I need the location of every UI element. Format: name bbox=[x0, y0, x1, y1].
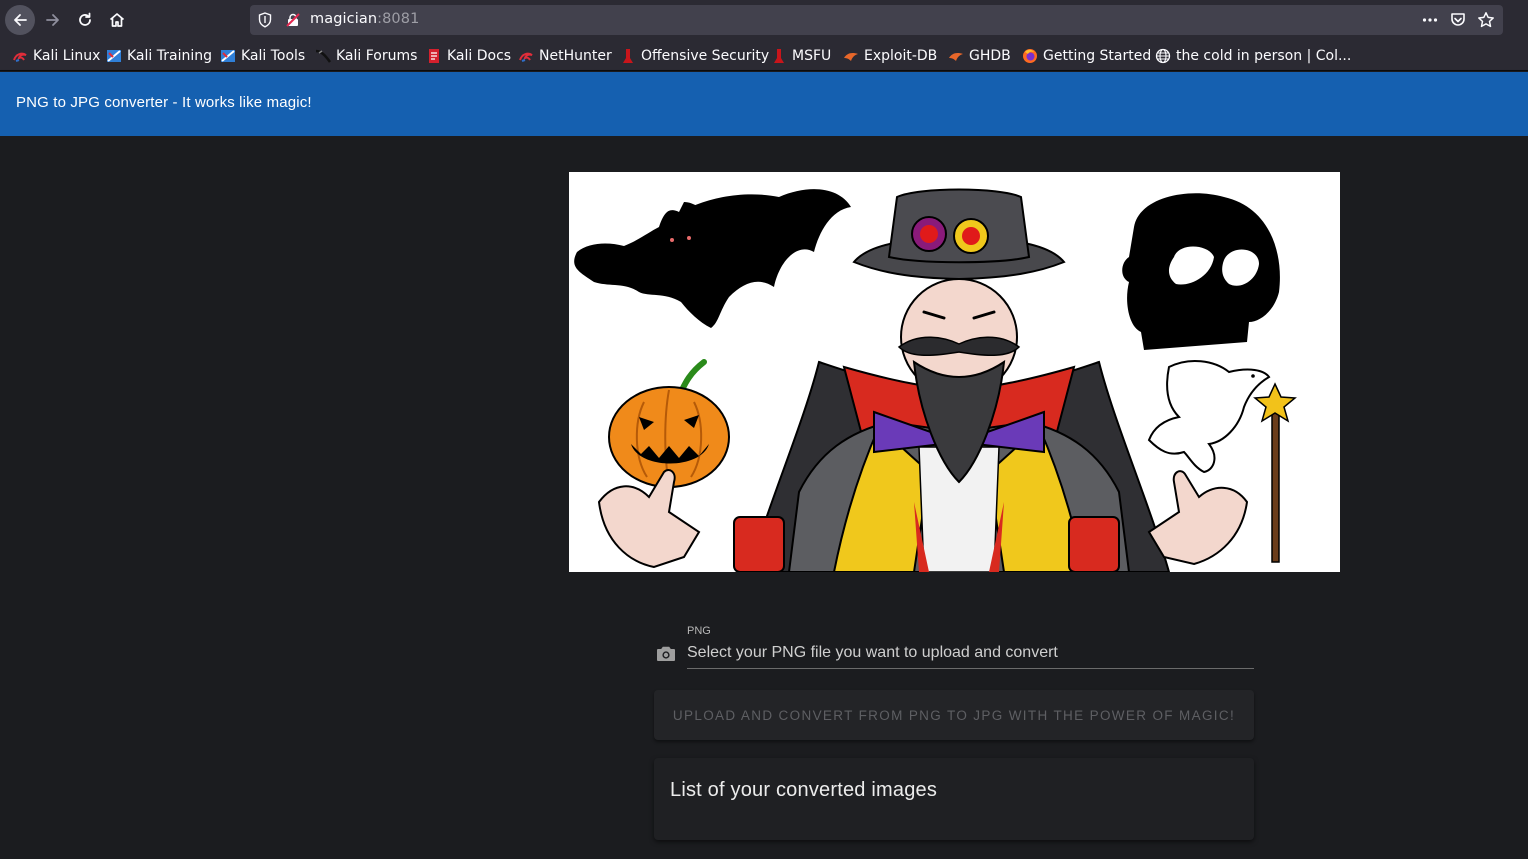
bookmark-offensive-security[interactable]: Offensive Security bbox=[620, 46, 769, 66]
url-host: magician bbox=[310, 11, 378, 27]
reload-icon bbox=[79, 12, 91, 26]
home-icon bbox=[109, 13, 125, 27]
msfu-icon bbox=[774, 49, 784, 63]
bookmark-label: GHDB bbox=[969, 48, 1011, 64]
bookmark-getting-started[interactable]: Getting Started bbox=[1022, 46, 1151, 66]
arrow-left-icon bbox=[14, 14, 27, 26]
insecure-lock-icon[interactable] bbox=[286, 13, 300, 27]
arrow-right-icon bbox=[46, 14, 59, 26]
png-file-input[interactable]: Select your PNG file you want to upload … bbox=[687, 642, 1254, 669]
more-actions-icon[interactable] bbox=[1421, 11, 1439, 29]
bookmark-kali-tools[interactable]: Kali Tools bbox=[220, 46, 305, 66]
bookmark-nethunter[interactable]: NetHunter bbox=[518, 46, 612, 66]
ghdb-icon bbox=[949, 53, 963, 61]
pumpkin-illustration bbox=[608, 359, 730, 488]
bookmark-label: Exploit-DB bbox=[864, 48, 938, 64]
back-button[interactable] bbox=[5, 5, 35, 35]
bookmark-label: Kali Tools bbox=[241, 48, 306, 64]
bookmark-ghdb[interactable]: GHDB bbox=[948, 46, 1011, 66]
bookmark-star-icon[interactable] bbox=[1477, 11, 1495, 29]
browser-toolbar: magician:8081 bbox=[0, 0, 1528, 40]
bookmark-label: Kali Linux bbox=[33, 48, 101, 64]
exploit-db-icon bbox=[844, 53, 858, 61]
png-field-label: PNG bbox=[687, 625, 711, 637]
url-actions bbox=[1421, 9, 1495, 31]
bookmark-exploit-db[interactable]: Exploit-DB bbox=[843, 46, 937, 66]
magician-artwork bbox=[574, 188, 1297, 572]
pocket-icon[interactable] bbox=[1449, 11, 1467, 29]
bookmark-label: Offensive Security bbox=[641, 48, 770, 64]
bookmarks-toolbar: Kali Linux Kali Training Kali Tools Kali… bbox=[0, 40, 1528, 71]
globe-icon bbox=[1155, 48, 1171, 64]
app-title: PNG to JPG converter - It works like mag… bbox=[16, 94, 312, 111]
home-button[interactable] bbox=[102, 5, 132, 35]
wand-illustration bbox=[1253, 382, 1297, 563]
bookmark-kali-training[interactable]: Kali Training bbox=[106, 46, 212, 66]
upload-convert-button[interactable]: Upload and convert from PNG to JPG with … bbox=[654, 690, 1254, 740]
kali-forums-icon bbox=[315, 49, 331, 63]
bat-illustration bbox=[574, 189, 851, 328]
address-bar[interactable]: magician:8081 bbox=[250, 5, 1503, 35]
bookmark-kali-linux[interactable]: Kali Linux bbox=[12, 46, 100, 66]
url-port: :8081 bbox=[377, 11, 420, 27]
bookmark-msfu[interactable]: MSFU bbox=[771, 46, 831, 66]
kali-training-icon bbox=[107, 50, 121, 62]
bookmark-kali-forums[interactable]: Kali Forums bbox=[315, 46, 417, 66]
bookmark-label: Kali Docs bbox=[447, 48, 512, 64]
kali-tools-icon bbox=[221, 50, 235, 62]
bookmark-label: NetHunter bbox=[539, 48, 612, 64]
reload-button[interactable] bbox=[70, 5, 100, 35]
app-header: PNG to JPG converter - It works like mag… bbox=[0, 72, 1528, 136]
camera-icon[interactable] bbox=[654, 642, 678, 666]
converted-images-card: List of your converted images bbox=[654, 758, 1254, 840]
kali-docs-icon bbox=[429, 49, 439, 63]
bookmark-label: the cold in person | Col... bbox=[1176, 48, 1352, 64]
nethunter-icon bbox=[519, 52, 533, 62]
skull-illustration bbox=[1122, 193, 1280, 350]
bookmark-label: Kali Training bbox=[127, 48, 212, 64]
bookmark-label: Kali Forums bbox=[336, 48, 418, 64]
url-text[interactable]: magician:8081 bbox=[310, 11, 419, 27]
bookmark-kali-docs[interactable]: Kali Docs bbox=[426, 46, 511, 66]
bookmark-label: MSFU bbox=[792, 48, 832, 64]
bookmark-label: Getting Started bbox=[1043, 48, 1152, 64]
offsec-icon bbox=[623, 49, 633, 63]
dove-illustration bbox=[1147, 360, 1271, 474]
magician-illustration bbox=[569, 172, 1340, 572]
shield-icon[interactable] bbox=[258, 12, 272, 28]
firefox-icon bbox=[1023, 49, 1037, 63]
converted-images-title: List of your converted images bbox=[670, 779, 938, 801]
bookmark-the-cold-in-person[interactable]: the cold in person | Col... bbox=[1155, 46, 1351, 66]
png-file-field[interactable]: PNG Select your PNG file you want to upl… bbox=[654, 620, 1254, 670]
kali-dragon-icon bbox=[13, 52, 27, 62]
forward-button[interactable] bbox=[38, 5, 68, 35]
